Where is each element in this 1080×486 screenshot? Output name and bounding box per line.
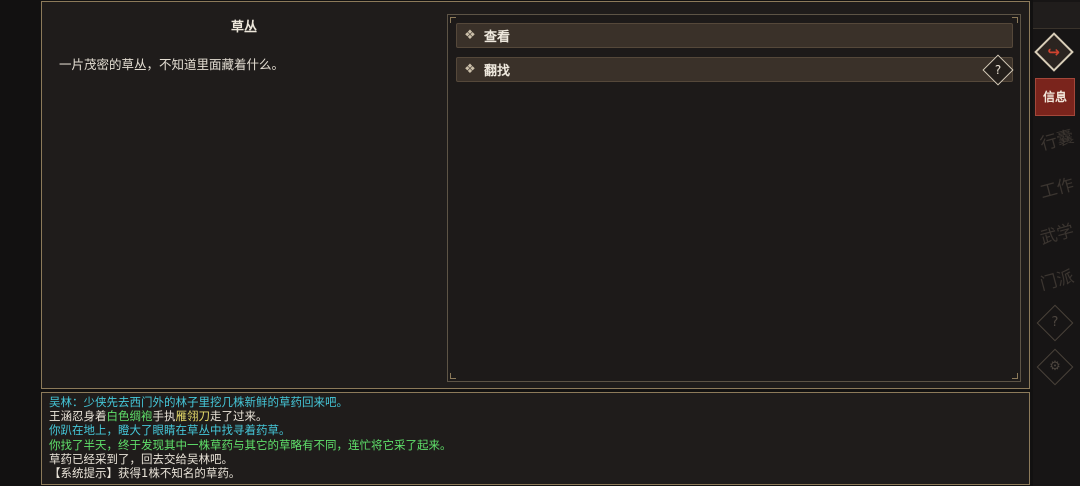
- message-log: 吴林：少侠先去西门外的林子里挖几株新鲜的草药回来吧。 王涵忍身着白色绸袍手执雁翎刀…: [41, 392, 1030, 485]
- sidebar-item-inventory[interactable]: 行囊: [1031, 120, 1080, 156]
- corner-ornament: [450, 17, 456, 23]
- question-icon: ?: [994, 63, 1002, 77]
- corner-ornament: [1012, 373, 1018, 379]
- back-arrow-icon: ↪: [1047, 42, 1060, 61]
- log-line: 你找了半天，终于发现其中一株草药与其它的草略有不同，连忙将它采了起来。: [49, 438, 452, 452]
- log-line: 吴林：少侠先去西门外的林子里挖几株新鲜的草药回来吧。: [49, 395, 348, 409]
- log-text-segment: 吴林：少侠先去西门外的林子里挖几株新鲜的草药回来吧。: [49, 395, 348, 409]
- action-look-label: 查看: [484, 30, 511, 45]
- gear-icon: ⚙: [1049, 359, 1061, 374]
- corner-ornament: [450, 373, 456, 379]
- actions-box: ❖ 查看 ❖ 翻找 ?: [447, 14, 1021, 382]
- log-text-segment: 你趴在地上，瞪大了眼睛在草丛中找寻着药草。: [49, 423, 291, 438]
- log-text-segment: 手执: [152, 409, 176, 424]
- sidebar-item-info[interactable]: 信息: [1035, 78, 1075, 116]
- sidebar-settings-button[interactable]: ⚙: [1036, 348, 1074, 386]
- log-line: 王涵忍身着白色绸袍手执雁翎刀走了过来。: [49, 409, 268, 423]
- sidebar-item-skills[interactable]: 武学: [1031, 214, 1080, 250]
- action-look-button[interactable]: ❖ 查看: [456, 23, 1013, 48]
- action-help-button[interactable]: ?: [982, 54, 1014, 86]
- back-button[interactable]: ↪: [1034, 32, 1074, 72]
- location-title: 草丛: [230, 20, 257, 35]
- sidebar-item-work[interactable]: 工作: [1031, 168, 1080, 204]
- sidebar-top-bar: [1033, 2, 1080, 29]
- log-line: 你趴在地上，瞪大了眼睛在草丛中找寻着药草。: [49, 423, 291, 437]
- sidebar: ↪ 信息 行囊 工作 武学 门派 ? ⚙: [1033, 0, 1080, 486]
- log-text-segment: 白色绸袍: [106, 409, 153, 424]
- action-search-label: 翻找: [484, 64, 511, 79]
- log-text-segment: 王涵忍身着: [49, 409, 107, 424]
- diamond-bullet-icon: ❖: [464, 62, 476, 77]
- sidebar-item-sect[interactable]: 门派: [1031, 260, 1080, 296]
- log-text-segment: 雁翎刀: [175, 409, 211, 424]
- log-line: 草药已经采到了，回去交给吴林吧。: [49, 452, 233, 466]
- log-text-segment: 你找了半天，终于发现其中一株草药与其它的草略有不同，连忙将它采了起来。: [49, 437, 452, 452]
- corner-ornament: [1012, 17, 1018, 23]
- action-search-button[interactable]: ❖ 翻找 ?: [456, 54, 1014, 86]
- sidebar-help-button[interactable]: ?: [1036, 304, 1074, 342]
- log-text-segment: 草药已经采到了，回去交给吴林吧。: [49, 451, 233, 466]
- question-icon: ?: [1051, 315, 1059, 330]
- location-description: 一片茂密的草丛，不知道里面藏着什么。: [59, 57, 285, 72]
- log-line: 【系统提示】获得1株不知名的草药。: [49, 466, 240, 480]
- log-text-segment: 走了过来。: [210, 409, 268, 424]
- log-text-segment: 【系统提示】获得1株不知名的草药。: [49, 466, 241, 480]
- main-panel: 草丛 一片茂密的草丛，不知道里面藏着什么。 ❖ 查看 ❖ 翻找 ?: [41, 1, 1030, 389]
- diamond-bullet-icon: ❖: [464, 28, 476, 43]
